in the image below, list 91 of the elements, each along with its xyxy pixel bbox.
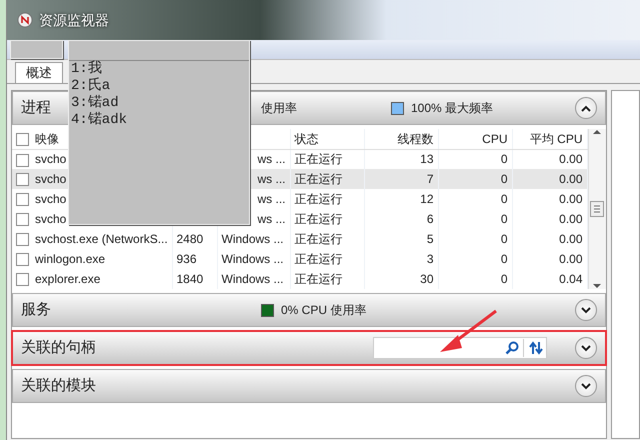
section-title: 关联的句柄 <box>21 338 96 356</box>
table-cell: 正在运行 <box>294 192 342 206</box>
table-cell: Windows ... <box>222 232 284 246</box>
scroll-thumb[interactable] <box>590 201 604 217</box>
table-cell: 936 <box>176 252 197 266</box>
table-cell: 0.00 <box>559 152 582 166</box>
expand-button[interactable] <box>575 375 597 397</box>
table-cell: 0 <box>500 152 508 166</box>
table-cell: 12 <box>420 192 434 206</box>
table-cell: 0.04 <box>559 272 582 286</box>
scroll-down-icon[interactable] <box>593 283 601 289</box>
table-cell: ws ... <box>257 152 286 166</box>
table-cell: 0 <box>500 252 508 266</box>
chevron-down-icon <box>581 344 591 352</box>
table-cell: 0 <box>500 192 508 206</box>
table-cell: svcho <box>35 172 66 186</box>
table-cell: 正在运行 <box>294 272 342 286</box>
section-title: 关联的模块 <box>21 376 96 394</box>
column-header[interactable]: 线程数 <box>398 132 434 146</box>
expand-button[interactable] <box>575 97 597 119</box>
candidate-item[interactable]: 3:锘ad <box>69 95 249 112</box>
table-cell: svcho <box>35 152 66 166</box>
expand-button[interactable] <box>575 337 597 359</box>
table-cell: 正在运行 <box>294 252 342 266</box>
tab[interactable]: 概述 <box>15 62 63 83</box>
table-cell: 30 <box>420 272 434 286</box>
table-cell: 正在运行 <box>294 232 342 246</box>
column-header[interactable]: CPU <box>482 132 508 146</box>
table-row[interactable]: explorer.exe 1840 Windows ... 正在运行 30 0 0.04 <box>12 269 587 289</box>
chevron-down-icon <box>581 382 591 390</box>
table-cell: ws ... <box>257 172 286 186</box>
table-cell: 0 <box>500 172 508 186</box>
table-cell: 6 <box>426 212 434 226</box>
row-checkbox[interactable] <box>16 273 29 286</box>
candidate-item[interactable]: 4:锘adk <box>69 112 249 129</box>
chevron-up-icon <box>581 104 591 112</box>
table-cell: 0 <box>500 272 508 286</box>
annotation-arrow <box>440 310 497 352</box>
table-cell: Windows ... <box>222 252 284 266</box>
column-header[interactable]: 状态 <box>294 132 318 146</box>
table-cell: 0.00 <box>559 232 582 246</box>
table-cell: svchost.exe (NetworkS... <box>35 232 168 246</box>
table-cell: winlogon.exe <box>35 252 106 266</box>
app-icon <box>17 12 33 28</box>
candidate-item[interactable]: 2:氏a <box>69 78 249 95</box>
column-header[interactable]: 平均 CPU <box>530 132 582 146</box>
scroll-up-icon[interactable] <box>593 129 601 135</box>
row-checkbox[interactable] <box>16 154 29 167</box>
table-cell: ws ... <box>257 192 286 206</box>
header-checkbox[interactable] <box>16 133 29 146</box>
table-cell: 正在运行 <box>294 212 342 226</box>
section-title: 服务 <box>21 300 51 318</box>
search-icon[interactable] <box>505 341 519 355</box>
table-cell: 5 <box>426 232 434 246</box>
table-cell: explorer.exe <box>35 272 100 286</box>
table-cell: 7 <box>426 172 434 186</box>
scrollbar[interactable] <box>588 129 606 289</box>
table-cell: 0 <box>500 232 508 246</box>
table-cell: 正在运行 <box>294 152 342 166</box>
column-header[interactable]: 映像 <box>35 132 59 146</box>
table-cell: 0 <box>500 212 508 226</box>
table-cell: svcho <box>35 192 66 206</box>
table-row[interactable]: svchost.exe (NetworkS... 2480 Windows ... 正在运行 5 0 0.00 <box>12 229 587 249</box>
table-cell: 13 <box>420 152 434 166</box>
refresh-icon[interactable] <box>528 340 544 356</box>
row-checkbox[interactable] <box>16 193 29 206</box>
table-cell: 0.00 <box>559 212 582 226</box>
table-cell: ws ... <box>257 212 286 226</box>
search-field[interactable] <box>373 337 547 359</box>
window-title: 资源监视器 <box>39 10 109 30</box>
row-checkbox[interactable] <box>16 173 29 186</box>
table-cell: 3 <box>426 252 434 266</box>
table-cell: 0.00 <box>559 252 582 266</box>
indicator-label: 100% 最大频率 <box>411 100 494 117</box>
expand-button[interactable] <box>575 299 597 321</box>
candidate-item[interactable]: 1:我 <box>69 61 249 78</box>
row-checkbox[interactable] <box>16 253 29 266</box>
row-checkbox[interactable] <box>16 233 29 246</box>
table-cell: 正在运行 <box>294 172 342 186</box>
chevron-down-icon <box>581 306 591 314</box>
usage-label: 使用率 <box>261 100 298 117</box>
table-cell: 0.00 <box>559 192 582 206</box>
table-row[interactable]: winlogon.exe 936 Windows ... 正在运行 3 0 0.00 <box>12 249 587 269</box>
indicator-label: 0% CPU 使用率 <box>281 302 366 319</box>
section-title: 进程 <box>21 98 51 116</box>
table-cell: Windows ... <box>222 272 284 286</box>
table-cell: 0.00 <box>559 172 582 186</box>
table-cell: 2480 <box>176 232 204 246</box>
table-cell: 1840 <box>176 272 204 286</box>
table-cell: svcho <box>35 212 66 226</box>
row-checkbox[interactable] <box>16 213 29 226</box>
